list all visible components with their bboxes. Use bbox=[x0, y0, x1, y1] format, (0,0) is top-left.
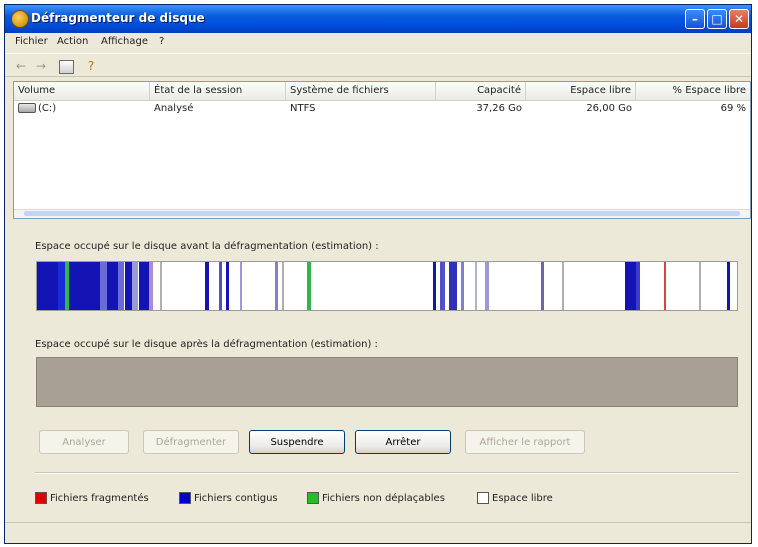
disk-map-segment bbox=[635, 262, 641, 310]
column-header-free-percent[interactable]: % Espace libre bbox=[636, 82, 750, 100]
menu-help[interactable]: ? bbox=[159, 36, 164, 47]
volume-list-header: Volume État de la session Système de fic… bbox=[14, 82, 750, 101]
after-defrag-label: Espace occupé sur le disque après la déf… bbox=[35, 339, 378, 350]
hard-drive-icon bbox=[18, 103, 36, 113]
disk-map-segment bbox=[131, 262, 139, 310]
close-button[interactable]: ✕ bbox=[729, 9, 749, 29]
disk-map-segment bbox=[698, 262, 701, 310]
disk-map-segment bbox=[100, 262, 107, 310]
disk-map-segment bbox=[240, 262, 243, 310]
volume-cell: (C:) bbox=[18, 103, 56, 114]
maximize-button[interactable]: □ bbox=[707, 9, 727, 29]
before-defrag-disk-map bbox=[36, 261, 738, 311]
disk-map-segment bbox=[306, 262, 312, 310]
disk-map-segment bbox=[726, 262, 730, 310]
legend-swatch-fragmented bbox=[35, 492, 47, 504]
legend-fragmented: Fichiers fragmentés bbox=[35, 491, 149, 505]
column-header-capacity[interactable]: Capacité bbox=[436, 82, 526, 100]
disk-map-segment bbox=[107, 262, 118, 310]
column-header-free-space[interactable]: Espace libre bbox=[526, 82, 636, 100]
legend-label-unmovable: Fichiers non déplaçables bbox=[322, 492, 445, 504]
menu-action[interactable]: Action bbox=[57, 36, 88, 47]
file-system-cell: NTFS bbox=[290, 103, 316, 114]
legend-swatch-contiguous bbox=[179, 492, 191, 504]
after-defrag-disk-map bbox=[36, 357, 738, 407]
disk-map-segment bbox=[37, 262, 58, 310]
legend-label-fragmented: Fichiers fragmentés bbox=[50, 492, 149, 504]
disk-map-segment bbox=[439, 262, 446, 310]
defrag-window: Défragmenteur de disque – □ ✕ Fichier Ac… bbox=[4, 4, 752, 544]
status-bar bbox=[5, 522, 751, 543]
legend-swatch-free-space bbox=[477, 492, 489, 504]
legend-label-contiguous: Fichiers contigus bbox=[194, 492, 278, 504]
disk-map-segment bbox=[282, 262, 285, 310]
toolbar: ← → ? bbox=[5, 53, 751, 77]
disk-map-segment bbox=[138, 262, 149, 310]
disk-map-segment bbox=[205, 262, 209, 310]
disk-map-segment bbox=[226, 262, 229, 310]
capacity-cell: 37,26 Go bbox=[476, 103, 522, 114]
view-toggle-icon[interactable] bbox=[59, 60, 74, 74]
disk-map-segment bbox=[275, 262, 279, 310]
session-state-cell: Analysé bbox=[154, 103, 194, 114]
minimize-button[interactable]: – bbox=[685, 9, 705, 29]
disk-map-segment bbox=[663, 262, 666, 310]
legend-label-free-space: Espace libre bbox=[492, 492, 553, 504]
horizontal-scrollbar[interactable] bbox=[14, 209, 750, 218]
disk-map-segment bbox=[58, 262, 65, 310]
separator bbox=[35, 472, 739, 474]
column-header-volume[interactable]: Volume bbox=[14, 82, 150, 100]
legend-swatch-unmovable bbox=[307, 492, 319, 504]
disk-map-segment bbox=[149, 262, 153, 310]
disk-map-segment bbox=[69, 262, 100, 310]
legend-contiguous: Fichiers contigus bbox=[179, 491, 278, 505]
menu-bar: Fichier Action Affichage ? bbox=[5, 33, 751, 53]
disk-map-segment bbox=[474, 262, 478, 310]
disk-map-segment bbox=[124, 262, 132, 310]
column-header-session-state[interactable]: État de la session bbox=[150, 82, 286, 100]
defragment-button[interactable]: Défragmenter bbox=[143, 430, 239, 454]
disk-map-segment bbox=[448, 262, 457, 310]
free-space-cell: 26,00 Go bbox=[586, 103, 632, 114]
legend-unmovable: Fichiers non déplaçables bbox=[307, 491, 445, 505]
disk-map-segment bbox=[485, 262, 489, 310]
menu-fichier[interactable]: Fichier bbox=[15, 36, 48, 47]
defrag-app-icon bbox=[11, 10, 29, 28]
stop-button[interactable]: Arrêter bbox=[355, 430, 451, 454]
pause-button[interactable]: Suspendre bbox=[249, 430, 345, 454]
back-arrow-icon[interactable]: ← bbox=[13, 58, 29, 74]
before-defrag-label: Espace occupé sur le disque avant la déf… bbox=[35, 241, 379, 252]
free-percent-cell: 69 % bbox=[720, 103, 746, 114]
disk-map-segment bbox=[562, 262, 565, 310]
disk-map-segment bbox=[541, 262, 544, 310]
table-row[interactable]: (C:) Analysé NTFS 37,26 Go 26,00 Go 69 % bbox=[14, 101, 750, 117]
title-bar[interactable]: Défragmenteur de disque – □ ✕ bbox=[5, 5, 751, 33]
volume-name: (C:) bbox=[38, 103, 57, 114]
legend-free-space: Espace libre bbox=[477, 491, 553, 505]
disk-map-segment bbox=[117, 262, 125, 310]
disk-map-segment bbox=[159, 262, 162, 310]
volume-list[interactable]: Volume État de la session Système de fic… bbox=[13, 81, 751, 219]
window-title: Défragmenteur de disque bbox=[31, 11, 205, 25]
disk-map-segment bbox=[432, 262, 436, 310]
menu-affichage[interactable]: Affichage bbox=[101, 36, 148, 47]
disk-map-segment bbox=[460, 262, 464, 310]
analyze-button[interactable]: Analyser bbox=[39, 430, 129, 454]
view-report-button[interactable]: Afficher le rapport bbox=[465, 430, 585, 454]
forward-arrow-icon[interactable]: → bbox=[33, 58, 49, 74]
column-header-file-system[interactable]: Système de fichiers bbox=[286, 82, 436, 100]
disk-map-segment bbox=[219, 262, 222, 310]
disk-map-segment bbox=[625, 262, 636, 310]
help-icon[interactable]: ? bbox=[83, 58, 99, 74]
scrollbar-thumb[interactable] bbox=[24, 211, 740, 216]
